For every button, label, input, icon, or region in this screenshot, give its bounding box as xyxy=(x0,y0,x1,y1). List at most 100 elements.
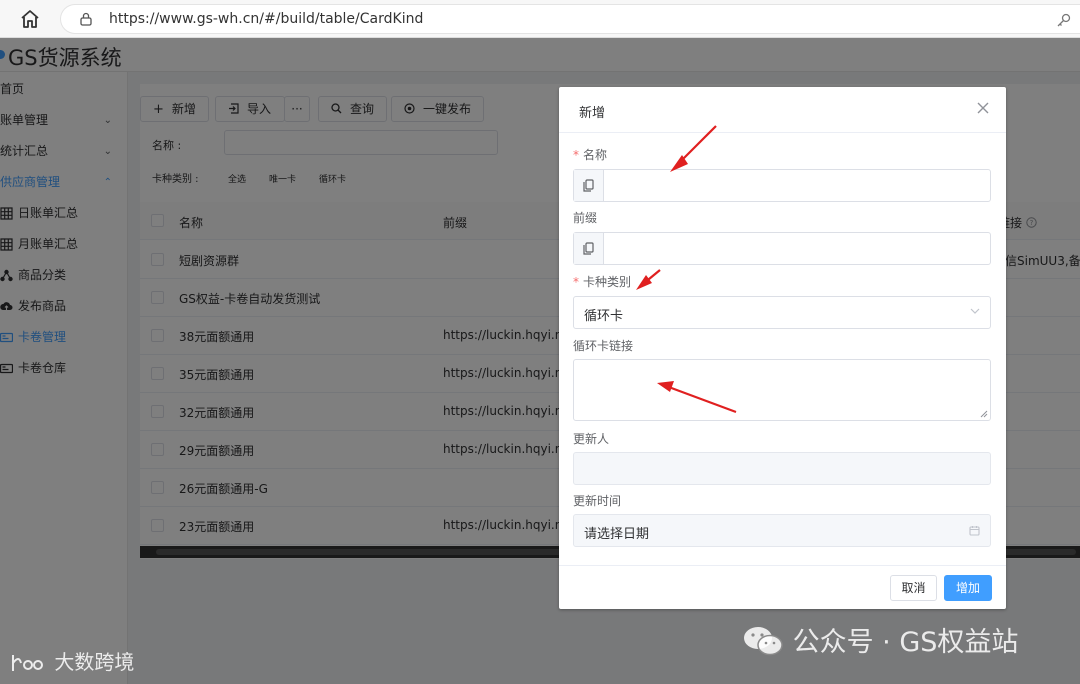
chip-all[interactable]: 全选 xyxy=(228,172,246,185)
row-checkbox[interactable] xyxy=(151,253,164,266)
column-header-prefix: 前缀 xyxy=(443,216,468,230)
name-field-prefix xyxy=(574,170,604,201)
add-button-label: 新增 xyxy=(171,102,196,116)
add-dialog: 新增 * 名称 前缀 * 卡种类别 循环卡 循环卡链接 更新人 更新时间 请选择日期… xyxy=(559,87,1006,609)
row-checkbox[interactable] xyxy=(151,443,164,456)
query-button[interactable]: 查询 xyxy=(318,96,388,122)
lock-icon xyxy=(80,12,92,26)
sidebar-item-label: 卡卷仓库 xyxy=(18,361,67,375)
cell-name: 23元面额通用 xyxy=(179,520,255,534)
row-checkbox[interactable] xyxy=(151,481,164,494)
chevron-up-icon: ⌃ xyxy=(103,177,112,188)
chevron-down-icon: ⌄ xyxy=(103,146,112,157)
row-checkbox[interactable] xyxy=(151,291,164,304)
sidebar-item-monthly-bills[interactable]: 月账单汇总 xyxy=(0,229,128,260)
sidebar-item-stats[interactable]: 统计汇总 ⌄ xyxy=(0,136,128,167)
sidebar-item-label: 账单管理 xyxy=(0,113,49,127)
sidebar-item-supplier[interactable]: 供应商管理 ⌃ xyxy=(0,167,128,198)
prefix-field[interactable] xyxy=(573,232,991,265)
watermark-left: 大数跨境 xyxy=(10,646,134,675)
cell-name: 32元面额通用 xyxy=(179,406,255,420)
query-button-label: 查询 xyxy=(350,102,375,116)
dialog-header-divider xyxy=(559,132,1006,133)
sidebar-item-categories[interactable]: 商品分类 xyxy=(0,260,128,291)
prefix-field-prefix xyxy=(574,233,604,264)
url-text: https://www.gs-wh.cn/#/build/table/CardK… xyxy=(109,11,424,27)
required-mark: * xyxy=(573,275,579,289)
calendar-icon xyxy=(969,526,980,536)
cell-name: 29元面额通用 xyxy=(179,444,255,458)
updater-field xyxy=(573,452,991,485)
cloud-upload-icon xyxy=(0,302,13,310)
column-header-name: 名称 xyxy=(179,216,204,230)
publish-button[interactable]: 一键发布 xyxy=(391,96,485,122)
name-field-label-text: 名称 xyxy=(583,148,608,162)
address-bar[interactable]: https://www.gs-wh.cn/#/build/table/CardK… xyxy=(60,4,1080,34)
watermark-right: 公众号 · GS权益站 xyxy=(742,620,1018,659)
wechat-icon xyxy=(744,627,783,656)
help-icon: ? xyxy=(1026,217,1037,228)
top-header xyxy=(136,38,1080,72)
card-icon xyxy=(0,363,13,374)
sidebar-item-bills[interactable]: 账单管理 ⌄ xyxy=(0,105,128,136)
sidebar-item-home[interactable]: 首页 xyxy=(0,74,128,105)
dialog-title: 新增 xyxy=(579,106,606,121)
home-icon[interactable] xyxy=(18,8,42,30)
import-button[interactable]: 导入 xyxy=(215,96,285,122)
type-filter-label: 卡种类别 : xyxy=(152,174,199,185)
card-icon xyxy=(0,332,13,343)
more-button[interactable]: ··· xyxy=(284,96,310,122)
sidebar-item-daily-bills[interactable]: 日账单汇总 xyxy=(0,198,128,229)
close-icon[interactable] xyxy=(976,101,990,115)
row-checkbox[interactable] xyxy=(151,329,164,342)
cell-name: 短剧资源群 xyxy=(179,254,240,268)
browser-toolbar: https://www.gs-wh.cn/#/build/table/CardK… xyxy=(0,0,1080,38)
chevron-down-icon: ⌄ xyxy=(103,115,112,126)
more-icon: ··· xyxy=(291,102,303,116)
cyclic-link-field-label: 循环卡链接 xyxy=(573,339,634,353)
watermark-left-text: 大数跨境 xyxy=(54,650,135,674)
publish-button-label: 一键发布 xyxy=(423,102,472,116)
submit-button[interactable]: 增加 xyxy=(944,575,992,601)
sidebar-item-publish-goods[interactable]: 发布商品 xyxy=(0,291,128,322)
cell-name: 38元面额通用 xyxy=(179,330,255,344)
app-logo: GS货源系统 xyxy=(8,46,122,70)
sidebar-item-card-warehouse[interactable]: 卡卷仓库 xyxy=(0,353,128,384)
card-type-select[interactable]: 循环卡 xyxy=(573,296,991,329)
sidebar-item-label: 日账单汇总 xyxy=(18,206,79,220)
update-time-placeholder: 请选择日期 xyxy=(584,527,650,542)
card-type-field-label: * 卡种类别 xyxy=(573,273,631,290)
add-button[interactable]: + 新增 xyxy=(140,96,209,122)
cell-name: 26元面额通用-G xyxy=(179,482,268,496)
sidebar-item-card-management[interactable]: 卡卷管理 xyxy=(0,322,128,353)
cancel-button[interactable]: 取消 xyxy=(890,575,937,601)
logo-icon xyxy=(0,50,5,59)
select-all-checkbox[interactable] xyxy=(151,214,164,227)
watermark-right-text: 公众号 · GS权益站 xyxy=(792,627,1019,658)
sidebar-item-label: 发布商品 xyxy=(18,299,67,313)
plus-icon: + xyxy=(153,102,164,117)
grid-icon xyxy=(0,238,13,251)
sidebar-item-label: 卡卷管理 xyxy=(18,330,67,344)
name-filter-input[interactable] xyxy=(224,130,498,155)
key-icon[interactable] xyxy=(1056,12,1072,28)
sidebar: 首页 账单管理 ⌄ 统计汇总 ⌄ 供应商管理 ⌃ 日账单汇总 月账单汇总 商品分… xyxy=(0,72,128,684)
resize-handle-icon xyxy=(980,410,988,418)
row-checkbox[interactable] xyxy=(151,519,164,532)
row-checkbox[interactable] xyxy=(151,405,164,418)
dialog-footer-divider xyxy=(559,565,1006,566)
card-type-field-label-text: 卡种类别 xyxy=(583,275,632,289)
cell-link: 信SimUU3,备注 xyxy=(1005,254,1080,268)
update-time-field-label: 更新时间 xyxy=(573,494,622,508)
name-field[interactable] xyxy=(573,169,991,202)
update-time-picker[interactable]: 请选择日期 xyxy=(573,514,991,547)
cell-name: GS权益-卡卷自动发货测试 xyxy=(179,292,321,306)
svg-text:?: ? xyxy=(1029,219,1033,227)
row-checkbox[interactable] xyxy=(151,367,164,380)
cyclic-link-textarea[interactable] xyxy=(573,359,991,421)
brand-logo-icon xyxy=(12,655,44,671)
chip-cyclic[interactable]: 循环卡 xyxy=(319,172,346,185)
chip-unique[interactable]: 唯一卡 xyxy=(269,172,296,185)
updater-field-label: 更新人 xyxy=(573,432,610,446)
sidebar-item-label: 统计汇总 xyxy=(0,144,49,158)
